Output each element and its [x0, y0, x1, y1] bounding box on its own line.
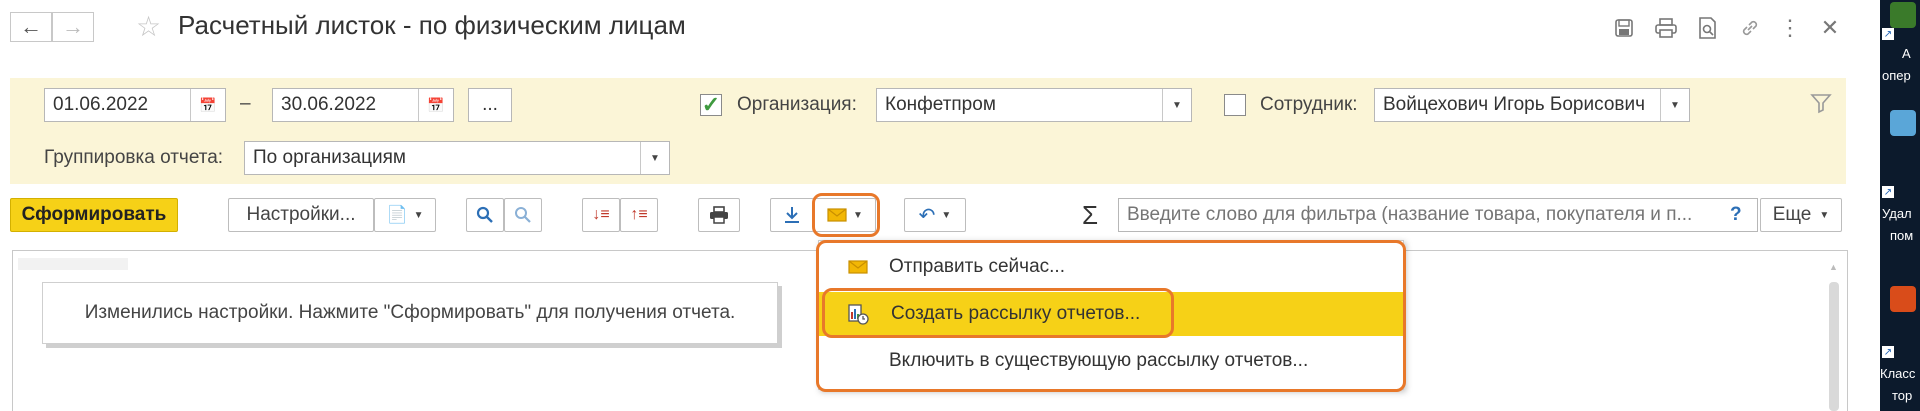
- sum-icon[interactable]: Σ: [1082, 200, 1098, 231]
- report-variant-icon: 📄: [386, 205, 408, 224]
- settings-button[interactable]: Настройки...: [228, 198, 374, 232]
- arrow-right-icon: →: [62, 14, 84, 39]
- desktop-label: Класс: [1880, 366, 1916, 381]
- date-from-field[interactable]: 01.06.2022 📅: [44, 88, 226, 122]
- calendar-icon[interactable]: 📅: [190, 89, 225, 121]
- print-icon[interactable]: [1652, 14, 1680, 42]
- sort-descending-icon: ↑≡: [630, 206, 648, 223]
- variant-dropdown-button[interactable]: 📄 ▼: [374, 198, 436, 232]
- generate-button[interactable]: Сформировать: [10, 198, 178, 232]
- desktop-label: пом: [1890, 228, 1914, 243]
- preview-icon[interactable]: [1694, 14, 1722, 42]
- desktop-app-icon[interactable]: [1890, 2, 1916, 28]
- chevron-down-icon: ▼: [413, 209, 424, 221]
- back-button[interactable]: ←: [10, 12, 52, 42]
- page-title: Расчетный листок - по физическим лицам: [178, 10, 686, 40]
- desktop-strip: ↗ А опер ↗ Удал пом ↗ Класс тор: [1880, 0, 1920, 411]
- download-icon: [785, 207, 799, 223]
- employee-label: Сотрудник:: [1260, 94, 1358, 115]
- favorite-star-icon[interactable]: ☆: [136, 10, 161, 43]
- find-button[interactable]: [466, 198, 504, 232]
- more-button[interactable]: Еще ▼: [1760, 198, 1842, 232]
- create-mailing-highlight: [822, 288, 1174, 338]
- arrow-left-icon: ←: [20, 14, 42, 39]
- search-filter-input[interactable]: [1118, 198, 1758, 232]
- desktop-label: тор: [1892, 388, 1913, 403]
- desktop-label: А: [1902, 46, 1911, 61]
- settings-changed-message: Изменились настройки. Нажмите "Сформиров…: [42, 282, 778, 344]
- calendar-icon[interactable]: 📅: [418, 89, 453, 121]
- scrollbar-thumb[interactable]: [1829, 282, 1839, 411]
- print-button[interactable]: [698, 198, 740, 232]
- date-separator: –: [240, 93, 251, 114]
- filter-icon[interactable]: [1810, 92, 1832, 119]
- save-icon[interactable]: [1610, 14, 1638, 42]
- grouping-label: Группировка отчета:: [44, 147, 224, 168]
- sort-asc-button[interactable]: ↓≡: [582, 198, 620, 232]
- chevron-down-icon[interactable]: ▼: [640, 142, 669, 174]
- chevron-down-icon: ▼: [1819, 209, 1830, 221]
- employee-checkbox[interactable]: [1224, 94, 1246, 116]
- print-icon: [710, 206, 728, 224]
- shortcut-arrow-icon: ↗: [1882, 186, 1894, 198]
- search-next-icon: [515, 207, 531, 223]
- undo-button[interactable]: ↶ ▼: [904, 198, 966, 232]
- chevron-down-icon[interactable]: ▼: [1660, 89, 1689, 121]
- date-to-field[interactable]: 30.06.2022 📅: [272, 88, 454, 122]
- organization-select[interactable]: Конфетпром ▼: [876, 88, 1192, 122]
- organization-checkbox[interactable]: ✓: [700, 92, 722, 117]
- shortcut-arrow-icon: ↗: [1882, 346, 1894, 358]
- forward-button[interactable]: →: [52, 12, 94, 42]
- employee-select[interactable]: Войцехович Игорь Борисович ▼: [1374, 88, 1690, 122]
- desktop-app-icon[interactable]: [1890, 286, 1916, 312]
- more-vertical-icon[interactable]: ⋮: [1776, 14, 1804, 42]
- report-corner-cell: [18, 258, 128, 270]
- chevron-down-icon[interactable]: ▼: [1162, 89, 1191, 121]
- help-link[interactable]: ?: [1730, 204, 1742, 226]
- find-next-button[interactable]: [504, 198, 542, 232]
- grouping-select[interactable]: По организациям ▼: [244, 141, 670, 175]
- close-icon[interactable]: ✕: [1816, 14, 1844, 42]
- period-choose-button[interactable]: ...: [468, 88, 512, 122]
- shortcut-arrow-icon: ↗: [1882, 28, 1894, 40]
- save-to-file-button[interactable]: [770, 198, 814, 232]
- chevron-down-icon: ▼: [941, 209, 952, 221]
- desktop-label: опер: [1882, 68, 1911, 83]
- search-icon: [476, 206, 493, 223]
- organization-label: Организация:: [737, 94, 857, 115]
- send-button-highlight: [812, 193, 880, 237]
- sort-ascending-icon: ↓≡: [592, 206, 610, 223]
- sort-desc-button[interactable]: ↑≡: [620, 198, 658, 232]
- desktop-app-icon[interactable]: [1890, 110, 1916, 136]
- scroll-up-icon[interactable]: ▲: [1829, 262, 1838, 272]
- desktop-label: Удал: [1882, 206, 1912, 221]
- link-icon[interactable]: [1736, 14, 1764, 42]
- undo-icon: ↶: [918, 204, 936, 227]
